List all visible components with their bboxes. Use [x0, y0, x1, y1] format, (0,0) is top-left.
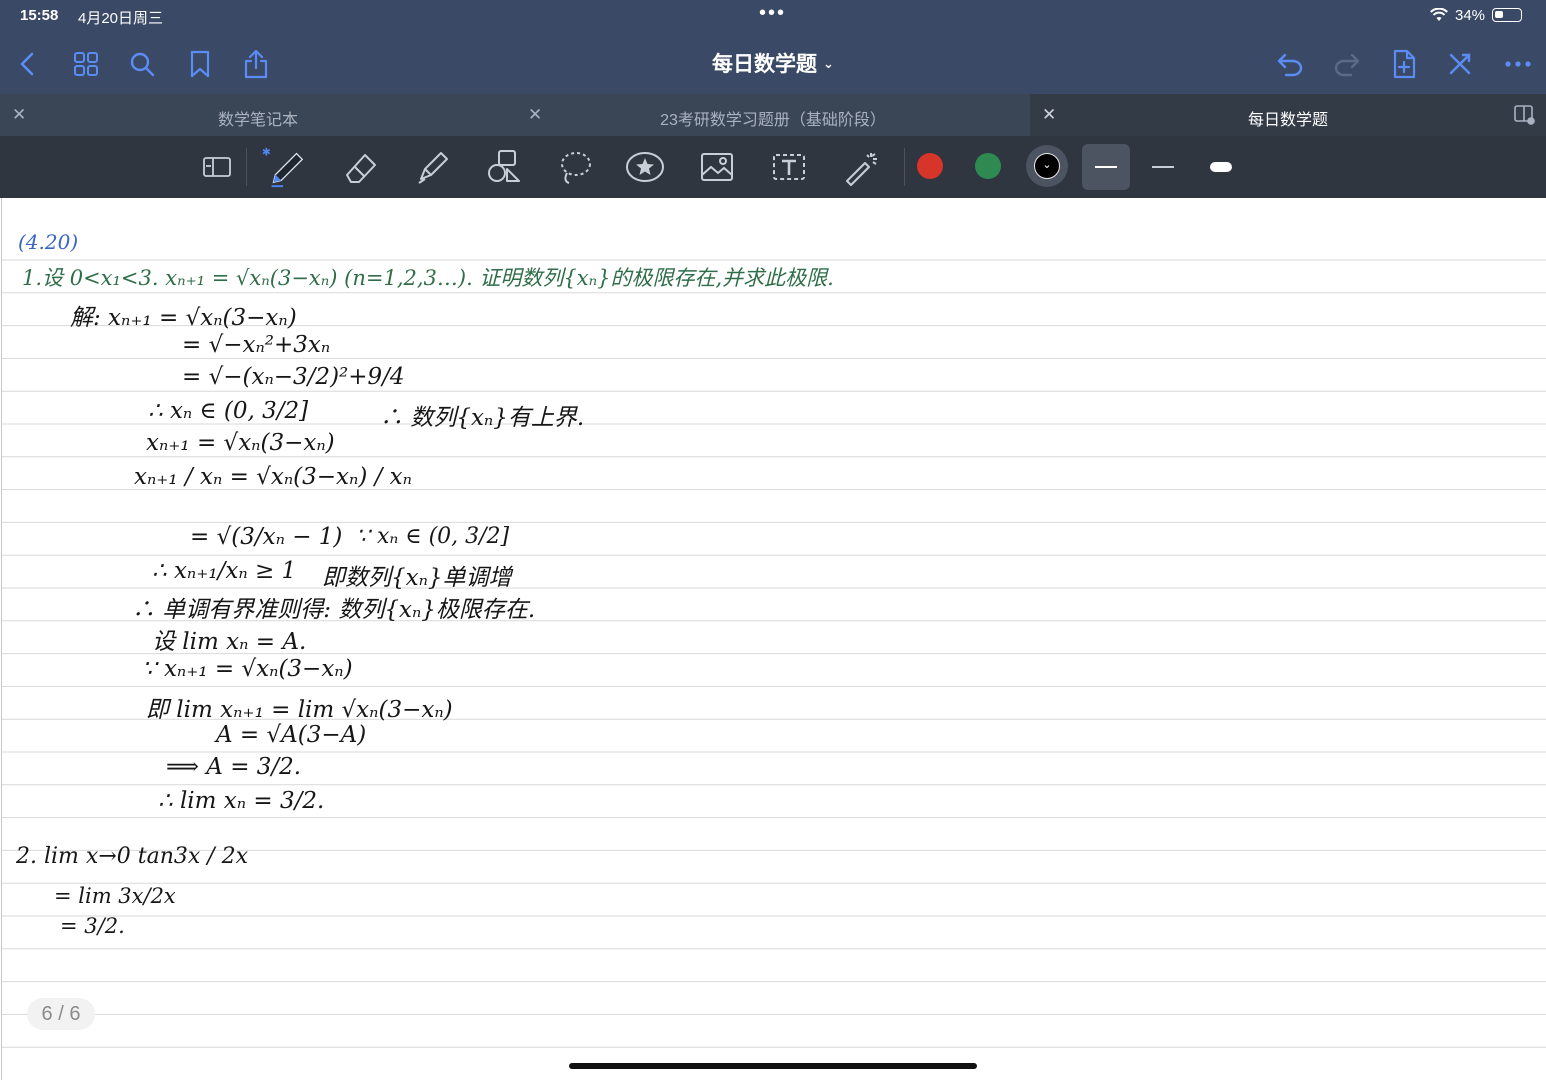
- color-swatch-red[interactable]: [917, 153, 943, 179]
- wifi-icon: [1430, 7, 1448, 26]
- lasso-icon[interactable]: [552, 144, 598, 190]
- problem-1-statement: 1.设 0<x₁<3. xₙ₊₁ = √xₙ(3−xₙ) (n=1,2,3…).…: [22, 266, 834, 290]
- solution-line: 解: xₙ₊₁ = √xₙ(3−xₙ): [70, 305, 297, 331]
- battery-percent: 34%: [1455, 7, 1486, 24]
- layout-icon[interactable]: [194, 144, 240, 190]
- solution-line: ∴ xₙ ∈ (0, 3/2]: [148, 398, 309, 424]
- stroke-thick[interactable]: [1198, 144, 1244, 190]
- solution-line: ∴ 单调有界准则得: 数列{xₙ}极限存在.: [132, 597, 536, 623]
- tab-daily-math[interactable]: ✕ 每日数学题: [1030, 94, 1546, 136]
- solution-line: ∵ xₙ₊₁ = √xₙ(3−xₙ): [142, 656, 353, 682]
- sticker-icon[interactable]: [622, 144, 668, 190]
- battery-icon: [1492, 8, 1522, 22]
- undo-icon[interactable]: [1272, 46, 1308, 82]
- close-editing-icon[interactable]: [1442, 46, 1478, 82]
- document-title[interactable]: 每日数学题 ⌄: [0, 48, 1546, 78]
- highlighter-icon[interactable]: [410, 144, 456, 190]
- color-swatch-black-selected[interactable]: ⌄: [1026, 145, 1068, 187]
- solution-line: ∴ xₙ₊₁/xₙ ≥ 1: [152, 558, 297, 584]
- chevron-down-icon: ⌄: [1034, 153, 1060, 179]
- textbox-icon[interactable]: [766, 144, 812, 190]
- add-page-icon[interactable]: [1386, 46, 1422, 82]
- note-date-label: (4.20): [18, 230, 79, 254]
- color-swatch-green[interactable]: [975, 153, 1001, 179]
- tab-label: 每日数学题: [1247, 112, 1328, 129]
- toolbar-divider: [246, 148, 247, 186]
- laser-pointer-icon[interactable]: [838, 144, 884, 190]
- tab-math-notebook[interactable]: ✕ 数学笔记本: [0, 94, 516, 136]
- shapes-icon[interactable]: [482, 144, 528, 190]
- home-indicator[interactable]: [569, 1063, 977, 1069]
- document-title-text: 每日数学题: [712, 53, 818, 76]
- solution-line: ∴ 数列{xₙ}有上界.: [380, 405, 585, 431]
- solution-line: A = √A(3−A): [216, 722, 367, 748]
- tab-label: 数学笔记本: [217, 112, 298, 129]
- multitasking-dots-icon[interactable]: •••: [759, 2, 786, 25]
- pen-icon[interactable]: ✱: [262, 144, 308, 190]
- image-icon[interactable]: [694, 144, 740, 190]
- more-options-icon[interactable]: [1500, 46, 1536, 82]
- page-indicator[interactable]: 6 / 6: [27, 998, 95, 1030]
- nav-bar: 每日数学题 ⌄: [0, 34, 1546, 94]
- tab-label: 23考研数学习题册（基础阶段）: [660, 112, 886, 129]
- solution-line: = √−(xₙ−3/2)²+9/4: [182, 364, 405, 390]
- solution-line: ∵ xₙ ∈ (0, 3/2]: [356, 524, 510, 549]
- solution-line: ⟹ A = 3/2.: [166, 754, 302, 780]
- solution-line: ∴ lim xₙ = 3/2.: [158, 788, 325, 814]
- solution-line: 设 lim xₙ = A.: [152, 629, 307, 655]
- tab-exam-workbook[interactable]: ✕ 23考研数学习题册（基础阶段）: [516, 94, 1030, 136]
- solution-line: = lim 3x/2x: [54, 884, 176, 908]
- tab-bar: ✕ 数学笔记本 ✕ 23考研数学习题册（基础阶段） ✕ 每日数学题: [0, 94, 1546, 136]
- solution-line: = √−xₙ²+3xₙ: [182, 332, 331, 358]
- stroke-thin-selected[interactable]: [1082, 144, 1130, 190]
- status-date: 4月20日周三: [78, 10, 164, 27]
- redo-icon[interactable]: [1329, 46, 1365, 82]
- eraser-icon[interactable]: [338, 144, 384, 190]
- problem-2-statement: 2. lim x→0 tan3x / 2x: [16, 844, 249, 869]
- note-page[interactable]: (4.20) 1.设 0<x₁<3. xₙ₊₁ = √xₙ(3−xₙ) (n=1…: [1, 198, 1546, 1080]
- status-time: 15:58: [20, 7, 59, 24]
- solution-line: 即数列{xₙ}单调增: [322, 565, 512, 591]
- split-view-icon[interactable]: [1514, 105, 1536, 130]
- drawing-toolbar: ✱ ⌄: [0, 136, 1546, 198]
- stroke-medium[interactable]: [1140, 144, 1186, 190]
- solution-line: xₙ₊₁ = √xₙ(3−xₙ): [146, 430, 335, 456]
- toolbar-divider: [904, 148, 905, 186]
- status-bar: 15:58 4月20日周三 ••• 34%: [0, 0, 1546, 34]
- solution-line: = 3/2.: [60, 914, 125, 938]
- svg-text:✱: ✱: [262, 147, 271, 159]
- solution-line: xₙ₊₁ / xₙ = √xₙ(3−xₙ) / xₙ: [134, 464, 412, 490]
- solution-line: = √(3/xₙ − 1): [190, 524, 343, 550]
- chevron-down-icon: ⌄: [823, 56, 834, 71]
- solution-line: 即 lim xₙ₊₁ = lim √xₙ(3−xₙ): [146, 697, 453, 723]
